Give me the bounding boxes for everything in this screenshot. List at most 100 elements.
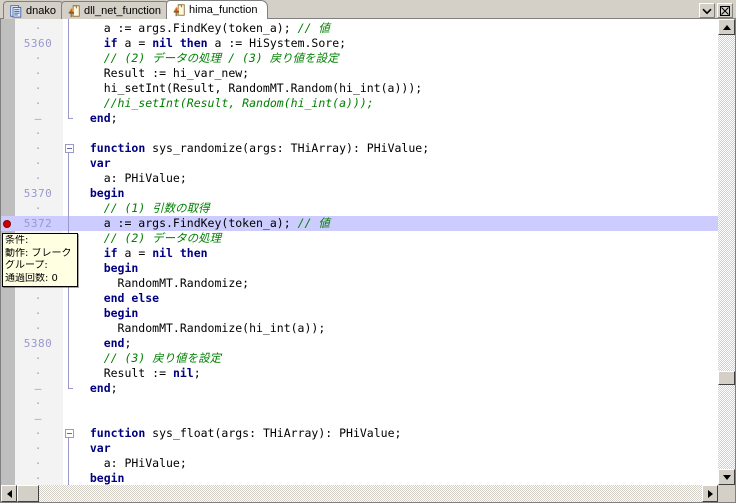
line-number: 5372 (23, 217, 53, 230)
code-line[interactable]: · hi_setInt(Result, RandomMT.Random(hi_i… (1, 81, 718, 96)
line-marker-dot: · (34, 352, 42, 365)
line-marker-dot: · (34, 157, 42, 170)
breakpoint-tooltip: 条件: 動作: ブレーク グループ: 通過回数: 0 (2, 233, 78, 287)
code-line[interactable]: 5380 end; (1, 336, 718, 351)
code-text: Result := hi_var_new; (76, 66, 250, 80)
code-text: a: PHiValue; (76, 171, 187, 185)
line-marker-dot: · (34, 202, 42, 215)
line-marker-dot: · (34, 97, 42, 110)
code-line[interactable]: · // (3) 戻り値を設定 (1, 351, 718, 366)
vertical-scroll-track[interactable] (718, 35, 735, 469)
code-line[interactable]: · var (1, 156, 718, 171)
code-text: //hi_setInt(Result, Random(hi_int(a))); (103, 96, 374, 110)
scroll-left-button[interactable] (1, 485, 17, 502)
code-line[interactable]: 5360 if a = nil then a := HiSystem.Sore; (1, 36, 718, 51)
code-line[interactable]: · if a = nil then (1, 246, 718, 261)
code-line[interactable]: – (1, 411, 718, 426)
code-line[interactable]: · begin (1, 471, 718, 485)
code-line[interactable]: · begin (1, 306, 718, 321)
code-line[interactable]: · // (2) データの処理 / (3) 戻り値を設定 (1, 51, 718, 66)
vertical-scrollbar[interactable] (718, 19, 735, 485)
code-lines[interactable]: · a := args.FindKey(token_a); // 値 5360 i… (1, 21, 718, 485)
line-number: 5360 (23, 37, 53, 50)
code-text: a := args.FindKey(token_a); // 値 (76, 216, 330, 230)
tab-bar: dnako dll_net_function hima_function (0, 0, 736, 19)
code-line[interactable]: · Result := hi_var_new; (1, 66, 718, 81)
code-text: // (1) 引数の取得 (103, 201, 210, 215)
tab-dll-net-function[interactable]: dll_net_function (60, 1, 172, 19)
line-marker-dot: · (34, 307, 42, 320)
tooltip-action: 動作: ブレーク (5, 247, 72, 259)
code-line[interactable]: – end; (1, 111, 718, 126)
code-text: a := args.FindKey(token_a); // 値 (76, 21, 330, 35)
line-marker-dash: – (34, 112, 42, 125)
tab-bar-actions (695, 3, 736, 19)
code-text: function sys_float(args: THiArray): PHiV… (89, 426, 402, 440)
arrow-up-icon (722, 24, 731, 30)
vertical-scroll-thumb[interactable] (718, 370, 735, 385)
code-editor[interactable]: · a := args.FindKey(token_a); // 値 5360 i… (0, 18, 736, 503)
horizontal-scrollbar[interactable] (1, 485, 718, 502)
tab-hima-function[interactable]: hima_function (166, 0, 268, 19)
code-text: var (89, 441, 111, 455)
code-line[interactable]: · var (1, 441, 718, 456)
code-line[interactable]: · Result := nil; (1, 366, 718, 381)
line-marker-dot: · (34, 22, 42, 35)
code-text: end; (103, 336, 132, 350)
code-line[interactable]: · // (1) 引数の取得 (1, 201, 718, 216)
line-marker-dot: · (34, 442, 42, 455)
code-text: end; (89, 381, 118, 395)
tooltip-group: グループ: (5, 260, 48, 271)
code-line[interactable]: · function sys_randomize(args: THiArray)… (1, 141, 718, 156)
code-line[interactable]: · (1, 396, 718, 411)
code-line[interactable]: · RandomMT.Randomize; (1, 276, 718, 291)
line-marker-dot: · (34, 52, 42, 65)
scroll-right-button[interactable] (702, 485, 718, 502)
code-text: begin (89, 186, 125, 200)
tab-label: dnako (26, 4, 56, 17)
tab-list-button[interactable] (699, 3, 715, 18)
line-marker-dot: · (34, 427, 42, 440)
code-line[interactable]: 5372 a := args.FindKey(token_a); // 値 (1, 216, 718, 231)
breakpoint-marker[interactable] (3, 220, 11, 228)
code-line[interactable]: · function sys_float(args: THiArray): PH… (1, 426, 718, 441)
code-line[interactable]: 5370 begin (1, 186, 718, 201)
arrow-down-icon (722, 474, 731, 480)
code-text: Result := nil; (76, 366, 201, 380)
code-viewport[interactable]: · a := args.FindKey(token_a); // 値 5360 i… (1, 19, 718, 485)
line-marker-dash: – (34, 412, 42, 425)
code-line[interactable]: · a := args.FindKey(token_a); // 値 (1, 21, 718, 36)
code-line[interactable]: · a: PHiValue; (1, 456, 718, 471)
code-line[interactable]: – end; (1, 381, 718, 396)
scroll-up-button[interactable] (718, 19, 735, 35)
tab-label: hima_function (189, 4, 258, 16)
code-line[interactable]: · // (2) データの処理 (1, 231, 718, 246)
code-text: // (3) 戻り値を設定 (103, 351, 222, 365)
line-marker-dot: · (34, 67, 42, 80)
tooltip-condition: 条件: (5, 235, 29, 246)
code-line[interactable]: · (1, 126, 718, 141)
tab-bar-filler (262, 0, 695, 19)
code-text: // (2) データの処理 / (3) 戻り値を設定 (103, 51, 339, 65)
code-text: RandomMT.Randomize(hi_int(a)); (76, 321, 326, 335)
scroll-down-button[interactable] (718, 469, 735, 485)
tab-dnako[interactable]: dnako (3, 1, 66, 19)
line-marker-dash: – (34, 382, 42, 395)
code-line[interactable]: · RandomMT.Randomize(hi_int(a)); (1, 321, 718, 336)
code-line[interactable]: · begin (1, 261, 718, 276)
torch-icon (67, 4, 81, 18)
code-line[interactable]: · end else (1, 291, 718, 306)
code-text: end else (103, 291, 160, 305)
code-line[interactable]: · //hi_setInt(Result, Random(hi_int(a)))… (1, 96, 718, 111)
horizontal-scroll-track[interactable] (17, 485, 702, 502)
tooltip-passcount: 通過回数: 0 (5, 272, 58, 284)
code-text: hi_setInt(Result, RandomMT.Random(hi_int… (76, 81, 423, 95)
horizontal-scroll-thumb[interactable] (17, 485, 39, 502)
close-tab-button[interactable] (717, 3, 733, 18)
line-number: 5380 (23, 337, 53, 350)
code-line[interactable]: · a: PHiValue; (1, 171, 718, 186)
code-text: RandomMT.Randomize; (76, 276, 250, 290)
code-text: if a = nil then (103, 246, 208, 260)
code-text: // (2) データの処理 (103, 231, 222, 245)
code-text: if a = nil then a := HiSystem.Sore; (103, 36, 347, 50)
